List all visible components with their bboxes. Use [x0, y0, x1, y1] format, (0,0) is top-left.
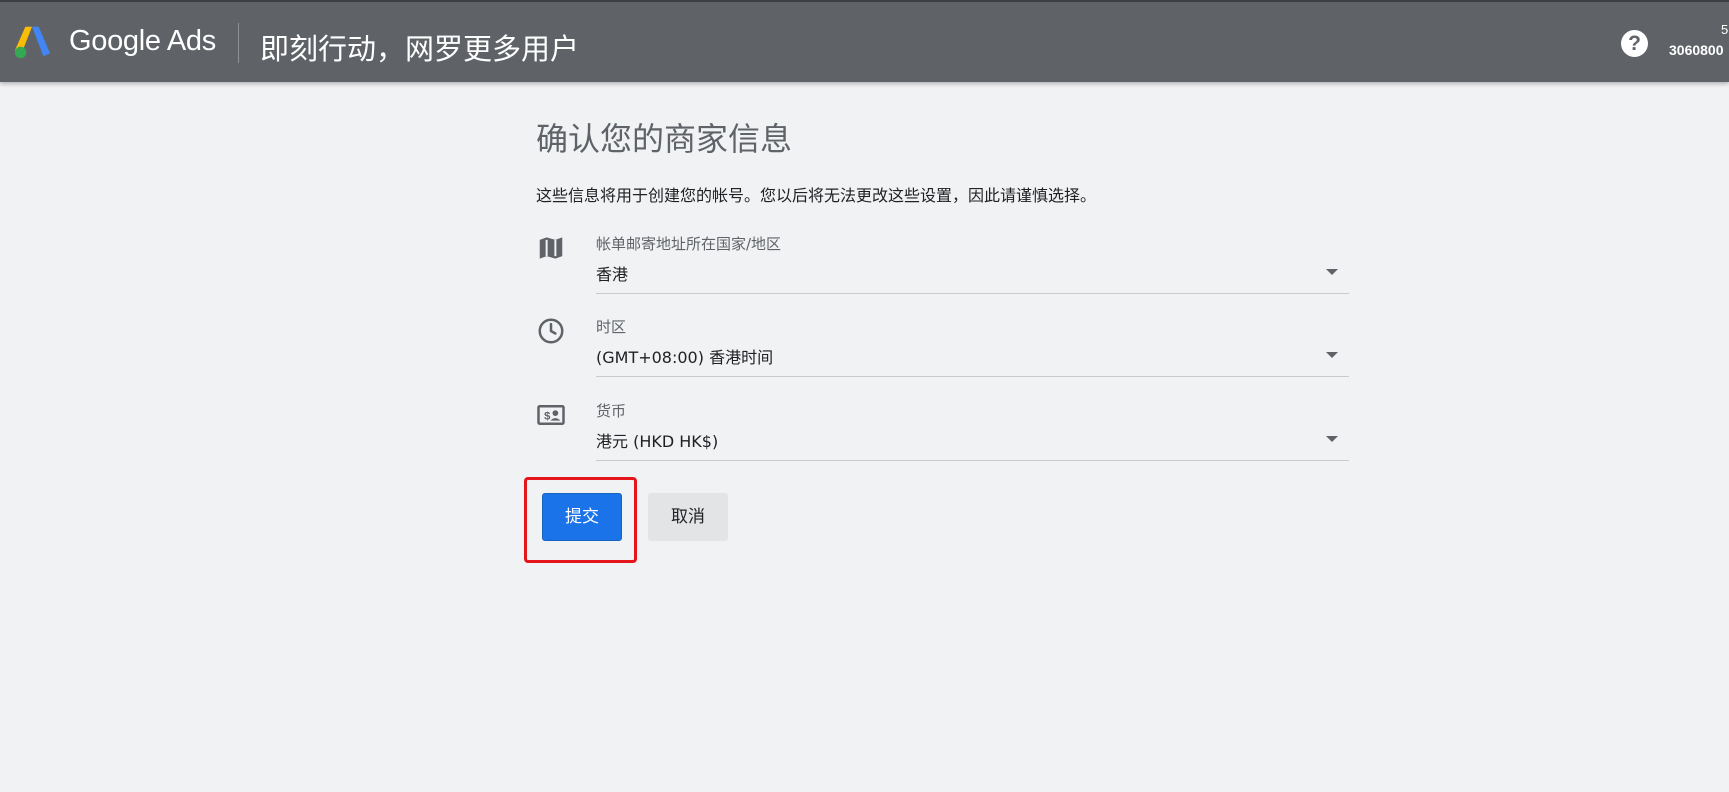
currency-field: $ 货币 港元 (HKD HK$) [536, 400, 1349, 470]
page-title: 确认您的商家信息 [536, 120, 793, 158]
chevron-down-icon [1326, 269, 1338, 275]
chevron-down-icon [1326, 352, 1338, 358]
billing-country-select[interactable]: 香港 [596, 255, 1349, 294]
billing-country-label: 帐单邮寄地址所在国家/地区 [596, 235, 782, 253]
timezone-label: 时区 [596, 318, 627, 336]
currency-icon: $ [537, 405, 565, 425]
currency-value: 港元 (HKD HK$) [596, 432, 719, 451]
help-circle-icon[interactable]: ? [1621, 30, 1648, 57]
timezone-field: 时区 (GMT+08:00) 香港时间 [536, 316, 1349, 386]
clock-icon [538, 318, 564, 344]
billing-country-field: 帐单邮寄地址所在国家/地区 香港 [536, 233, 1349, 303]
header-slogan: 即刻行动，网罗更多用户 [260, 32, 580, 66]
brand-name[interactable]: Google Ads [69, 25, 216, 58]
cancel-button[interactable]: 取消 [648, 493, 728, 541]
top-app-bar: Google Ads 即刻行动，网罗更多用户 ? 5 3060800 [0, 0, 1729, 82]
page-description: 这些信息将用于创建您的帐号。您以后将无法更改这些设置，因此请谨慎选择。 [536, 186, 1097, 205]
chevron-down-icon [1326, 436, 1338, 442]
account-id[interactable]: 3060800 [1669, 42, 1724, 58]
currency-label: 货币 [596, 402, 627, 420]
timezone-value: (GMT+08:00) 香港时间 [596, 348, 774, 367]
svg-text:$: $ [544, 410, 551, 422]
header-divider [238, 23, 239, 63]
account-indicator[interactable]: 5 [1721, 22, 1728, 37]
map-icon [539, 237, 563, 259]
currency-select[interactable]: 港元 (HKD HK$) [596, 422, 1349, 461]
google-ads-logo-icon[interactable] [13, 24, 51, 60]
submit-button[interactable]: 提交 [542, 493, 622, 541]
billing-country-value: 香港 [596, 265, 629, 284]
timezone-select[interactable]: (GMT+08:00) 香港时间 [596, 338, 1349, 377]
